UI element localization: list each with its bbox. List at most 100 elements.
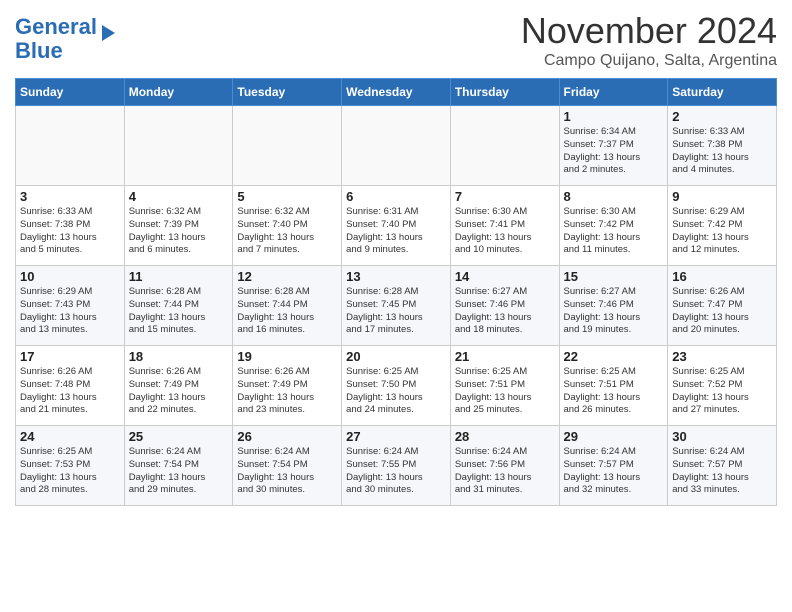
day-info: Sunrise: 6:24 AM Sunset: 7:54 PM Dayligh… — [129, 446, 229, 497]
calendar-cell: 21 Sunrise: 6:25 AM Sunset: 7:51 PM Dayli… — [450, 346, 559, 426]
day-info: Sunrise: 6:26 AM Sunset: 7:49 PM Dayligh… — [129, 366, 229, 417]
day-info: Sunrise: 6:27 AM Sunset: 7:46 PM Dayligh… — [455, 286, 555, 337]
calendar-table: SundayMondayTuesdayWednesdayThursdayFrid… — [15, 78, 777, 506]
weekday-sunday: Sunday — [16, 79, 125, 106]
day-number: 3 — [20, 189, 120, 204]
calendar-cell: 18 Sunrise: 6:26 AM Sunset: 7:49 PM Dayli… — [124, 346, 233, 426]
calendar-cell: 26Sunrise: 6:24 AM Sunset: 7:54 PM Dayli… — [233, 426, 342, 506]
day-info: Sunrise: 6:25 AM Sunset: 7:50 PM Dayligh… — [346, 366, 446, 417]
day-info: Sunrise: 6:24 AM Sunset: 7:57 PM Dayligh… — [564, 446, 664, 497]
calendar-cell — [16, 106, 125, 186]
calendar-cell: 30Sunrise: 6:24 AM Sunset: 7:57 PM Dayli… — [668, 426, 777, 506]
calendar-header: SundayMondayTuesdayWednesdayThursdayFrid… — [16, 79, 777, 106]
day-number: 14 — [455, 269, 555, 284]
day-info: Sunrise: 6:26 AM Sunset: 7:48 PM Dayligh… — [20, 366, 120, 417]
day-info: Sunrise: 6:25 AM Sunset: 7:53 PM Dayligh… — [20, 446, 120, 497]
calendar-week-4: 17 Sunrise: 6:26 AM Sunset: 7:48 PM Dayli… — [16, 346, 777, 426]
calendar-cell: 24 Sunrise: 6:25 AM Sunset: 7:53 PM Dayli… — [16, 426, 125, 506]
calendar-cell: 7 Sunrise: 6:30 AM Sunset: 7:41 PM Daylig… — [450, 186, 559, 266]
calendar-cell: 4Sunrise: 6:32 AM Sunset: 7:39 PM Daylig… — [124, 186, 233, 266]
day-info: Sunrise: 6:31 AM Sunset: 7:40 PM Dayligh… — [346, 206, 446, 257]
month-title: November 2024 — [521, 10, 777, 52]
day-number: 16 — [672, 269, 772, 284]
calendar-cell: 6 Sunrise: 6:31 AM Sunset: 7:40 PM Daylig… — [342, 186, 451, 266]
weekday-tuesday: Tuesday — [233, 79, 342, 106]
calendar-cell: 5Sunrise: 6:32 AM Sunset: 7:40 PM Daylig… — [233, 186, 342, 266]
weekday-wednesday: Wednesday — [342, 79, 451, 106]
day-number: 15 — [564, 269, 664, 284]
day-number: 24 — [20, 429, 120, 444]
day-info: Sunrise: 6:28 AM Sunset: 7:44 PM Dayligh… — [237, 286, 337, 337]
calendar-cell — [342, 106, 451, 186]
calendar-cell: 13Sunrise: 6:28 AM Sunset: 7:45 PM Dayli… — [342, 266, 451, 346]
day-info: Sunrise: 6:33 AM Sunset: 7:38 PM Dayligh… — [20, 206, 120, 257]
title-area: November 2024 Campo Quijano, Salta, Arge… — [521, 10, 777, 70]
weekday-header-row: SundayMondayTuesdayWednesdayThursdayFrid… — [16, 79, 777, 106]
weekday-thursday: Thursday — [450, 79, 559, 106]
weekday-monday: Monday — [124, 79, 233, 106]
calendar-cell: 1Sunrise: 6:34 AM Sunset: 7:37 PM Daylig… — [559, 106, 668, 186]
calendar-cell: 9Sunrise: 6:29 AM Sunset: 7:42 PM Daylig… — [668, 186, 777, 266]
day-info: Sunrise: 6:32 AM Sunset: 7:39 PM Dayligh… — [129, 206, 229, 257]
calendar-week-1: 1Sunrise: 6:34 AM Sunset: 7:37 PM Daylig… — [16, 106, 777, 186]
calendar-cell — [124, 106, 233, 186]
day-number: 29 — [564, 429, 664, 444]
calendar-week-3: 10Sunrise: 6:29 AM Sunset: 7:43 PM Dayli… — [16, 266, 777, 346]
calendar-cell: 20Sunrise: 6:25 AM Sunset: 7:50 PM Dayli… — [342, 346, 451, 426]
day-info: Sunrise: 6:24 AM Sunset: 7:55 PM Dayligh… — [346, 446, 446, 497]
day-info: Sunrise: 6:25 AM Sunset: 7:52 PM Dayligh… — [672, 366, 772, 417]
day-info: Sunrise: 6:30 AM Sunset: 7:42 PM Dayligh… — [564, 206, 664, 257]
logo-general: General — [15, 14, 97, 39]
day-info: Sunrise: 6:24 AM Sunset: 7:57 PM Dayligh… — [672, 446, 772, 497]
calendar-cell: 8Sunrise: 6:30 AM Sunset: 7:42 PM Daylig… — [559, 186, 668, 266]
logo: General Blue — [15, 15, 115, 63]
day-number: 7 — [455, 189, 555, 204]
calendar-cell: 17 Sunrise: 6:26 AM Sunset: 7:48 PM Dayli… — [16, 346, 125, 426]
day-info: Sunrise: 6:24 AM Sunset: 7:56 PM Dayligh… — [455, 446, 555, 497]
calendar-cell: 3 Sunrise: 6:33 AM Sunset: 7:38 PM Daylig… — [16, 186, 125, 266]
day-number: 6 — [346, 189, 446, 204]
calendar-week-5: 24 Sunrise: 6:25 AM Sunset: 7:53 PM Dayli… — [16, 426, 777, 506]
calendar-cell: 15 Sunrise: 6:27 AM Sunset: 7:46 PM Dayli… — [559, 266, 668, 346]
calendar-cell: 22Sunrise: 6:25 AM Sunset: 7:51 PM Dayli… — [559, 346, 668, 426]
day-info: Sunrise: 6:34 AM Sunset: 7:37 PM Dayligh… — [564, 126, 664, 177]
day-number: 25 — [129, 429, 229, 444]
day-number: 2 — [672, 109, 772, 124]
day-number: 5 — [237, 189, 337, 204]
calendar-cell: 29 Sunrise: 6:24 AM Sunset: 7:57 PM Dayli… — [559, 426, 668, 506]
day-info: Sunrise: 6:24 AM Sunset: 7:54 PM Dayligh… — [237, 446, 337, 497]
calendar-cell: 25 Sunrise: 6:24 AM Sunset: 7:54 PM Dayli… — [124, 426, 233, 506]
calendar-week-2: 3 Sunrise: 6:33 AM Sunset: 7:38 PM Daylig… — [16, 186, 777, 266]
calendar-cell — [450, 106, 559, 186]
day-number: 21 — [455, 349, 555, 364]
day-number: 18 — [129, 349, 229, 364]
day-info: Sunrise: 6:30 AM Sunset: 7:41 PM Dayligh… — [455, 206, 555, 257]
logo-blue: Blue — [15, 38, 63, 63]
weekday-saturday: Saturday — [668, 79, 777, 106]
calendar-cell: 10Sunrise: 6:29 AM Sunset: 7:43 PM Dayli… — [16, 266, 125, 346]
day-info: Sunrise: 6:29 AM Sunset: 7:42 PM Dayligh… — [672, 206, 772, 257]
calendar-cell: 27Sunrise: 6:24 AM Sunset: 7:55 PM Dayli… — [342, 426, 451, 506]
day-number: 23 — [672, 349, 772, 364]
day-info: Sunrise: 6:26 AM Sunset: 7:47 PM Dayligh… — [672, 286, 772, 337]
calendar-cell: 14 Sunrise: 6:27 AM Sunset: 7:46 PM Dayli… — [450, 266, 559, 346]
calendar-cell: 19Sunrise: 6:26 AM Sunset: 7:49 PM Dayli… — [233, 346, 342, 426]
calendar-cell: 16 Sunrise: 6:26 AM Sunset: 7:47 PM Dayli… — [668, 266, 777, 346]
day-info: Sunrise: 6:27 AM Sunset: 7:46 PM Dayligh… — [564, 286, 664, 337]
calendar-cell: 2 Sunrise: 6:33 AM Sunset: 7:38 PM Daylig… — [668, 106, 777, 186]
day-number: 12 — [237, 269, 337, 284]
header: General Blue November 2024 Campo Quijano… — [15, 10, 777, 70]
day-number: 28 — [455, 429, 555, 444]
day-number: 13 — [346, 269, 446, 284]
day-info: Sunrise: 6:33 AM Sunset: 7:38 PM Dayligh… — [672, 126, 772, 177]
day-info: Sunrise: 6:25 AM Sunset: 7:51 PM Dayligh… — [455, 366, 555, 417]
calendar-cell: 23 Sunrise: 6:25 AM Sunset: 7:52 PM Dayli… — [668, 346, 777, 426]
day-number: 22 — [564, 349, 664, 364]
calendar-cell: 12 Sunrise: 6:28 AM Sunset: 7:44 PM Dayli… — [233, 266, 342, 346]
day-number: 17 — [20, 349, 120, 364]
day-number: 11 — [129, 269, 229, 284]
location: Campo Quijano, Salta, Argentina — [521, 52, 777, 70]
calendar-cell: 11Sunrise: 6:28 AM Sunset: 7:44 PM Dayli… — [124, 266, 233, 346]
weekday-friday: Friday — [559, 79, 668, 106]
day-info: Sunrise: 6:26 AM Sunset: 7:49 PM Dayligh… — [237, 366, 337, 417]
